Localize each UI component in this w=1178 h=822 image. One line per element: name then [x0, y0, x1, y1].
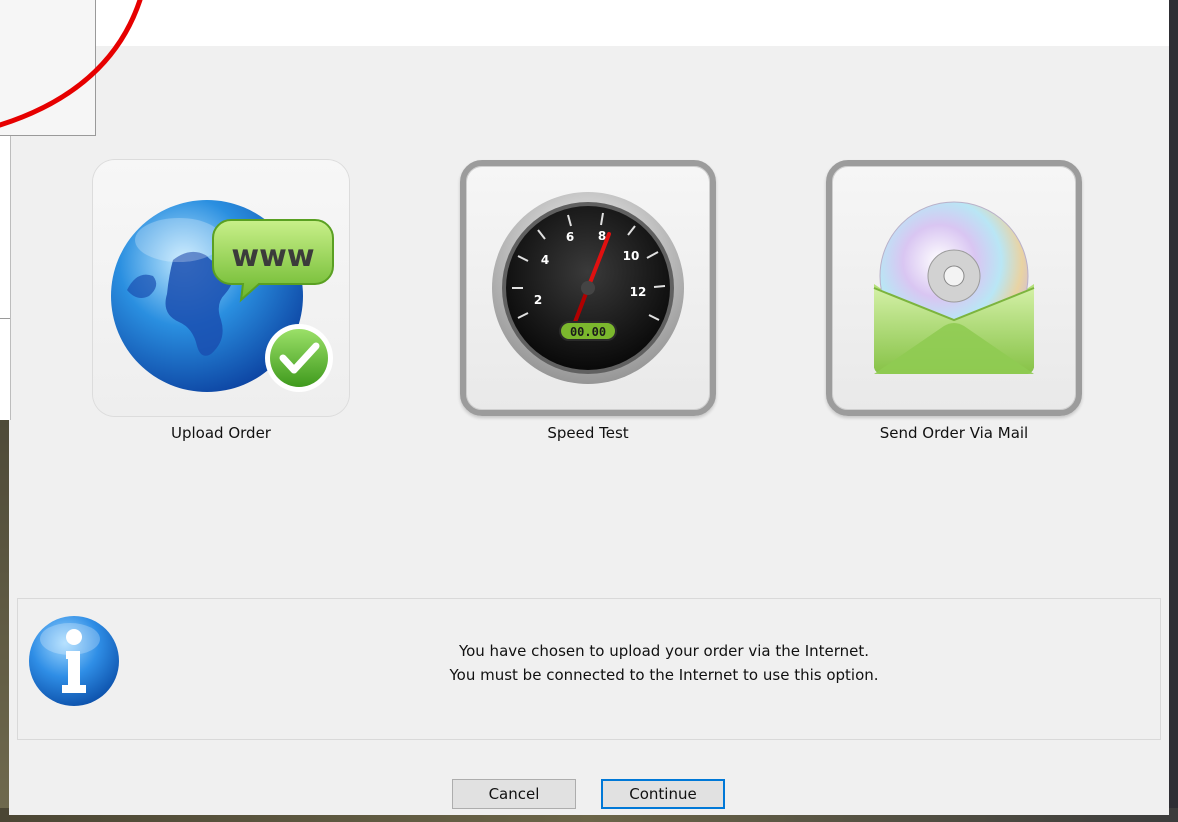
info-icon [29, 616, 119, 706]
upload-order-label: Upload Order [171, 424, 271, 442]
speedometer-tick-10: 10 [623, 249, 640, 263]
option-speed-test[interactable]: 2 4 6 8 10 12 00.00 Speed Test [460, 160, 716, 442]
option-upload-order[interactable]: www Upload Order [93, 160, 349, 442]
speedometer-tick-12: 12 [630, 285, 647, 299]
upload-order-tile[interactable]: www [93, 160, 349, 416]
speed-test-tile[interactable]: 2 4 6 8 10 12 00.00 [460, 160, 716, 416]
continue-button[interactable]: Continue [601, 779, 725, 809]
speedometer-tick-2: 2 [534, 293, 542, 307]
option-send-order-via-mail[interactable]: Send Order Via Mail [826, 160, 1082, 442]
info-message: You have chosen to upload your order via… [168, 639, 1160, 687]
background-window-divider [0, 318, 10, 319]
speedometer-icon: 2 4 6 8 10 12 00.00 [492, 192, 684, 384]
cancel-button[interactable]: Cancel [452, 779, 576, 809]
speedometer-tick-4: 4 [541, 253, 549, 267]
globe-www-check-icon: www [111, 200, 334, 392]
dialog-header [9, 0, 1169, 46]
send-order-via-mail-label: Send Order Via Mail [879, 424, 1029, 442]
info-panel: You have chosen to upload your order via… [17, 598, 1161, 740]
send-order-via-mail-tile[interactable] [826, 160, 1082, 416]
speedometer-tick-6: 6 [566, 230, 574, 244]
speedometer-readout: 00.00 [570, 325, 606, 339]
info-message-line-1: You have chosen to upload your order via… [458, 642, 870, 660]
cd-envelope-icon [873, 201, 1035, 374]
order-dialog: www Upload Order 2 4 6 8 10 12 00.00 Spe… [9, 0, 1169, 815]
www-bubble-text: www [231, 239, 314, 274]
info-message-line-2: You must be connected to the Internet to… [449, 666, 879, 684]
background-window-fragment [0, 0, 96, 136]
speed-test-label: Speed Test [547, 424, 629, 442]
